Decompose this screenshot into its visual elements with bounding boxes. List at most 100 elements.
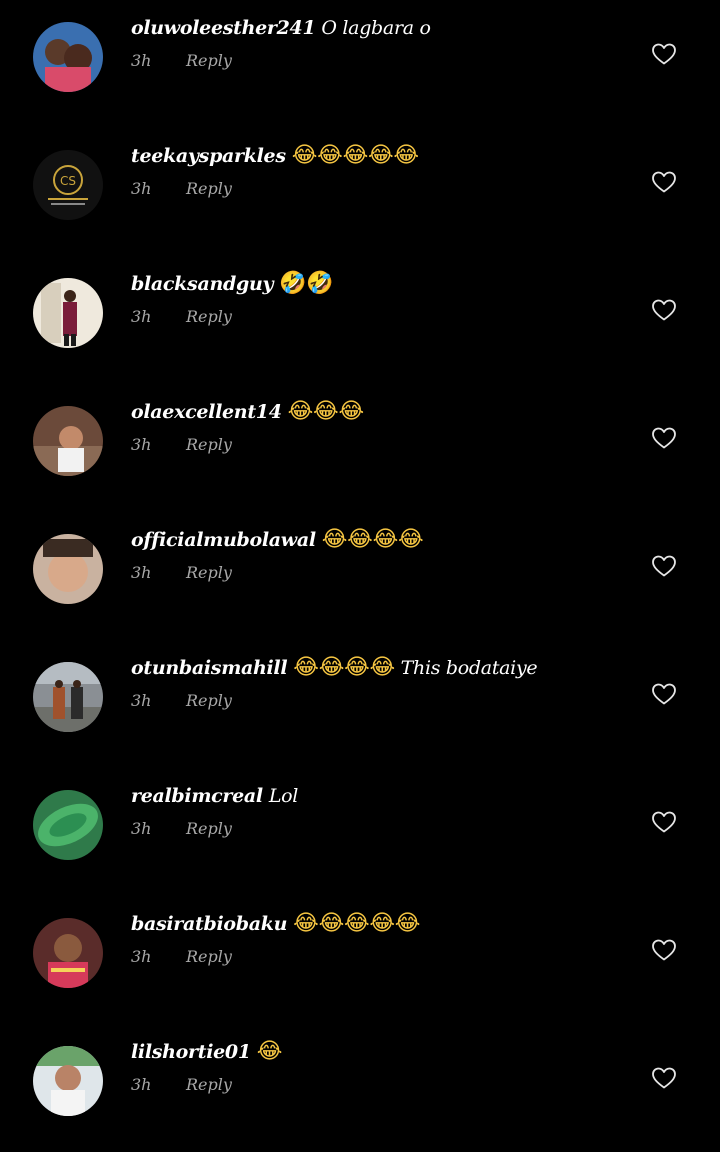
emoji: 🤣 — [306, 271, 334, 296]
heart-icon[interactable] — [651, 170, 677, 194]
emoji: 😂 — [318, 911, 345, 936]
heart-icon[interactable] — [651, 682, 677, 706]
comment-time: 3h — [131, 51, 152, 70]
comment-meta: 3h Reply — [131, 435, 232, 455]
comment-text: Lol — [268, 785, 299, 807]
comment-meta: 3h Reply — [131, 307, 232, 327]
comment-line: otunbaismahill 😂😂😂😂 This bodataiye — [131, 655, 538, 681]
comment-time: 3h — [131, 435, 152, 454]
comment-line: olaexcellent14 😂😂😂 — [131, 399, 364, 425]
emoji: 😂 — [372, 527, 399, 552]
reply-button[interactable]: Reply — [186, 435, 232, 454]
comment-meta: 3h Reply — [131, 179, 232, 199]
comment-item: blacksandguy 🤣🤣 3h Reply — [0, 256, 720, 384]
emoji: 😂 — [293, 911, 319, 936]
comment-meta: 3h Reply — [131, 691, 232, 711]
avatar[interactable] — [33, 918, 103, 988]
comment-meta: 3h Reply — [131, 51, 232, 71]
emoji: 😂 — [369, 911, 395, 936]
heart-icon[interactable] — [651, 1066, 677, 1090]
comment-text: 😂😂😂😂😂 — [292, 143, 419, 168]
comment-line: realbimcreal Lol — [131, 783, 298, 809]
comment-username[interactable]: olaexcellent14 — [131, 401, 282, 423]
comment-username[interactable]: realbimcreal — [131, 785, 263, 807]
svg-text:CS: CS — [60, 174, 76, 188]
emoji: 😂 — [293, 655, 319, 680]
avatar[interactable] — [33, 534, 103, 604]
comment-item: CS teekaysparkles 😂😂😂😂😂 3h Reply — [0, 128, 720, 256]
heart-icon[interactable] — [651, 810, 677, 834]
comment-item: oluwoleesther241 O lagbara o 3h Reply — [0, 0, 720, 128]
reply-button[interactable]: Reply — [186, 1075, 232, 1094]
avatar[interactable] — [33, 1046, 103, 1116]
emoji: 😂 — [394, 911, 421, 936]
comment-text: O lagbara o — [321, 17, 431, 39]
reply-button[interactable]: Reply — [186, 179, 232, 198]
comment-item: realbimcreal Lol 3h Reply — [0, 768, 720, 896]
comment-line: teekaysparkles 😂😂😂😂😂 — [131, 143, 419, 169]
emoji: 🤣 — [279, 271, 307, 296]
comment-line: lilshortie01 😂 — [131, 1039, 282, 1065]
avatar[interactable] — [33, 790, 103, 860]
emoji: 😂 — [287, 399, 314, 424]
emoji: 😂 — [256, 1039, 283, 1064]
comment-time: 3h — [131, 563, 152, 582]
comment-username[interactable]: officialmubolawal — [131, 529, 316, 551]
heart-icon[interactable] — [651, 938, 677, 962]
emoji: 😂 — [317, 143, 343, 168]
emoji: 😂 — [367, 143, 394, 168]
reply-button[interactable]: Reply — [186, 51, 232, 70]
comment-meta: 3h Reply — [131, 1075, 232, 1095]
heart-icon[interactable] — [651, 42, 677, 66]
comment-text: 😂 — [256, 1039, 283, 1064]
comment-text: 😂😂😂😂 This bodataiye — [293, 655, 538, 680]
comment-text: 😂😂😂 — [287, 399, 365, 424]
comment-meta: 3h Reply — [131, 819, 232, 839]
avatar[interactable] — [33, 278, 103, 348]
emoji: 😂 — [397, 527, 424, 552]
emoji: 😂 — [342, 143, 369, 168]
comment-time: 3h — [131, 1075, 152, 1094]
comment-item: lilshortie01 😂 3h Reply — [0, 1024, 720, 1152]
comment-item: olaexcellent14 😂😂😂 3h Reply — [0, 384, 720, 512]
comment-meta: 3h Reply — [131, 563, 232, 583]
emoji: 😂 — [343, 911, 370, 936]
avatar[interactable] — [33, 662, 103, 732]
reply-button[interactable]: Reply — [186, 691, 232, 710]
emoji: 😂 — [338, 399, 364, 424]
emoji: 😂 — [318, 655, 345, 680]
comment-time: 3h — [131, 179, 152, 198]
comment-text: 🤣🤣 — [279, 271, 334, 296]
comment-line: blacksandguy 🤣🤣 — [131, 271, 334, 297]
comment-text: 😂😂😂😂 — [322, 527, 424, 552]
emoji: 😂 — [347, 527, 373, 552]
comment-username[interactable]: oluwoleesther241 — [131, 17, 316, 39]
reply-button[interactable]: Reply — [186, 307, 232, 326]
comment-meta: 3h Reply — [131, 947, 232, 967]
comment-time: 3h — [131, 307, 152, 326]
emoji: 😂 — [313, 399, 339, 424]
comment-text: 😂😂😂😂😂 — [293, 911, 421, 936]
emoji: 😂 — [393, 143, 419, 168]
reply-button[interactable]: Reply — [186, 563, 232, 582]
heart-icon[interactable] — [651, 554, 677, 578]
heart-icon[interactable] — [651, 298, 677, 322]
emoji: 😂 — [369, 655, 396, 680]
comment-line: officialmubolawal 😂😂😂😂 — [131, 527, 424, 553]
comment-username[interactable]: otunbaismahill — [131, 657, 288, 679]
reply-button[interactable]: Reply — [186, 947, 232, 966]
comment-item: basiratbiobaku 😂😂😂😂😂 3h Reply — [0, 896, 720, 1024]
avatar[interactable] — [33, 22, 103, 92]
heart-icon[interactable] — [651, 426, 677, 450]
avatar[interactable] — [33, 406, 103, 476]
avatar[interactable]: CS — [33, 150, 103, 220]
comment-time: 3h — [131, 819, 152, 838]
reply-button[interactable]: Reply — [186, 819, 232, 838]
comment-username[interactable]: teekaysparkles — [131, 145, 286, 167]
comment-time: 3h — [131, 947, 152, 966]
comment-username[interactable]: basiratbiobaku — [131, 913, 287, 935]
comment-username[interactable]: blacksandguy — [131, 273, 274, 295]
emoji: 😂 — [344, 655, 370, 680]
comment-line: oluwoleesther241 O lagbara o — [131, 15, 431, 41]
comment-username[interactable]: lilshortie01 — [131, 1041, 251, 1063]
